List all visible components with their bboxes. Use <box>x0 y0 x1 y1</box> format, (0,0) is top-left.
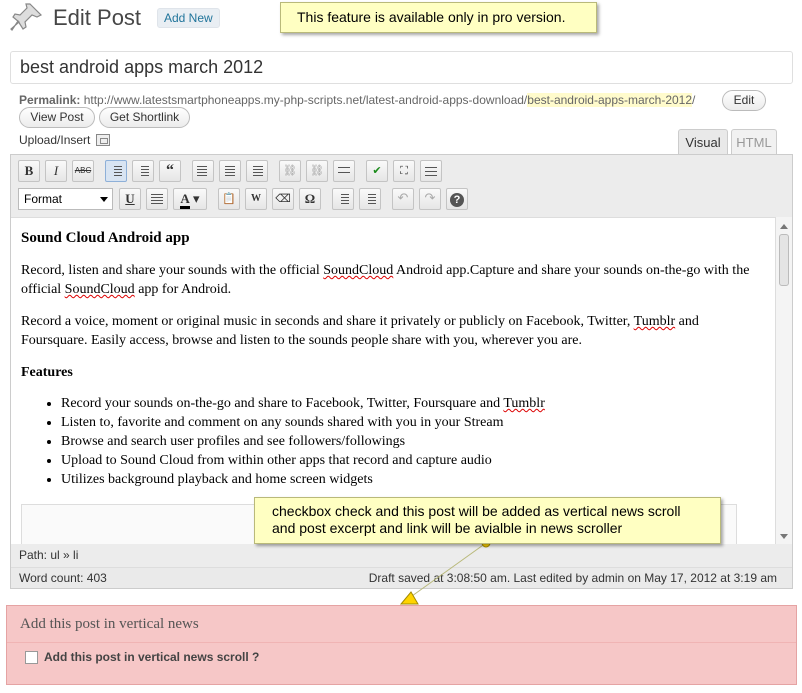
text-color-icon[interactable]: A ▾ <box>173 188 207 210</box>
features-heading: Features <box>21 365 73 380</box>
scroll-up-arrow-icon[interactable] <box>780 220 788 229</box>
align-center-icon[interactable] <box>219 160 241 182</box>
fullscreen-icon[interactable]: ⛶ <box>393 160 415 182</box>
content-paragraph-2: Record a voice, moment or original music… <box>21 314 699 348</box>
align-right-icon[interactable] <box>246 160 268 182</box>
align-left-icon[interactable] <box>192 160 214 182</box>
pro-version-callout: This feature is available only in pro ve… <box>280 2 597 33</box>
special-character-icon[interactable]: Ω <box>299 188 321 210</box>
editor-status-bar: Word count: 403 Draft saved at 3:08:50 a… <box>11 567 792 588</box>
news-callout-line-1: checkbox check and this post will be add… <box>272 503 681 519</box>
edit-permalink-button[interactable]: Edit <box>722 90 766 111</box>
kitchen-sink-icon[interactable] <box>420 160 442 182</box>
editor-toolbar-row-1: B I ABC “ ⛓ ⛓ ✔ ⛶ <box>18 159 447 183</box>
vertical-news-checkbox-label[interactable]: Add this post in vertical news scroll ? <box>44 650 259 664</box>
list-item: Listen to, favorite and comment on any s… <box>61 413 765 432</box>
upload-insert-row: Upload/Insert <box>19 133 111 147</box>
draft-saved-status: Draft saved at 3:08:50 am. Last edited b… <box>368 571 777 585</box>
permalink-slug[interactable]: best-android-apps-march-2012 <box>527 93 693 107</box>
underline-icon[interactable]: U <box>119 188 141 210</box>
list-item: Record your sounds on-the-go and share t… <box>61 394 765 413</box>
path-label: Path: <box>19 548 48 562</box>
scroll-down-arrow-icon[interactable] <box>780 534 788 543</box>
strikethrough-icon[interactable]: ABC <box>72 160 94 182</box>
editor-path-bar: Path: ul » li <box>11 545 792 566</box>
list-item: Upload to Sound Cloud from within other … <box>61 451 765 470</box>
bold-icon[interactable]: B <box>18 160 40 182</box>
unlink-icon[interactable]: ⛓ <box>306 160 328 182</box>
more-tag-icon[interactable] <box>333 160 355 182</box>
help-icon[interactable]: ? <box>446 188 468 210</box>
redo-icon[interactable]: ↷ <box>419 188 441 210</box>
link-icon[interactable]: ⛓ <box>279 160 301 182</box>
permalink-suffix: / <box>692 93 696 107</box>
metabox-divider <box>7 642 796 643</box>
content-heading: Sound Cloud Android app <box>21 230 190 246</box>
blockquote-icon[interactable]: “ <box>159 160 181 182</box>
vertical-news-checkbox[interactable] <box>25 650 38 664</box>
format-select[interactable]: Format <box>18 188 113 210</box>
get-shortlink-button[interactable]: Get Shortlink <box>99 107 190 128</box>
indent-icon[interactable] <box>359 188 381 210</box>
justify-icon[interactable] <box>146 188 168 210</box>
list-item: Browse and search user profiles and see … <box>61 432 765 451</box>
paste-word-icon[interactable]: W <box>245 188 267 210</box>
editor-content-area[interactable]: Sound Cloud Android app Record, listen a… <box>11 217 775 544</box>
editor-toolbar-row-2: Format U A ▾ 📋 W ⌫ Ω ↶ ↷ ? <box>18 187 473 211</box>
path-value[interactable]: ul » li <box>50 548 78 562</box>
add-new-button[interactable]: Add New <box>157 8 220 28</box>
wp-edit-post-screen: Edit Post Add New This feature is availa… <box>0 0 802 693</box>
view-post-button[interactable]: View Post <box>19 107 95 128</box>
vertical-news-checkbox-row[interactable]: Add this post in vertical news scroll ? <box>25 650 259 664</box>
spellcheck-icon[interactable]: ✔ <box>366 160 388 182</box>
italic-icon[interactable]: I <box>45 160 67 182</box>
clear-formatting-icon[interactable]: ⌫ <box>272 188 294 210</box>
post-title-input[interactable]: best android apps march 2012 <box>10 51 793 84</box>
permalink-row: Permalink: http://www.latestsmartphoneap… <box>19 93 695 107</box>
content-paragraph-1: Record, listen and share your sounds wit… <box>21 263 750 297</box>
list-item: Utilizes background playback and home sc… <box>61 470 765 489</box>
news-scroll-callout: checkbox check and this post will be add… <box>254 497 721 544</box>
numbered-list-icon[interactable] <box>132 160 154 182</box>
permalink-label: Permalink: <box>19 93 81 107</box>
metabox-title: Add this post in vertical news <box>20 616 199 632</box>
undo-icon[interactable]: ↶ <box>392 188 414 210</box>
word-count: Word count: 403 <box>19 571 107 585</box>
scroll-thumb[interactable] <box>779 234 789 286</box>
paste-text-icon[interactable]: 📋 <box>218 188 240 210</box>
upload-insert-label: Upload/Insert <box>19 133 91 147</box>
editor-scrollbar[interactable] <box>775 217 792 544</box>
page-title: Edit Post <box>53 5 142 30</box>
bullet-list-icon[interactable] <box>105 160 127 182</box>
add-media-icon[interactable] <box>96 134 111 146</box>
tab-visual[interactable]: Visual <box>678 129 728 154</box>
features-list: Record your sounds on-the-go and share t… <box>61 394 765 489</box>
vertical-news-metabox: Add this post in vertical news Add this … <box>6 605 797 685</box>
pushpin-icon <box>10 3 43 31</box>
tab-html[interactable]: HTML <box>731 129 777 154</box>
outdent-icon[interactable] <box>332 188 354 210</box>
news-callout-line-2: and post excerpt and link will be avialb… <box>272 520 623 536</box>
permalink-base-url: http://www.latestsmartphoneapps.my-php-s… <box>83 93 528 107</box>
